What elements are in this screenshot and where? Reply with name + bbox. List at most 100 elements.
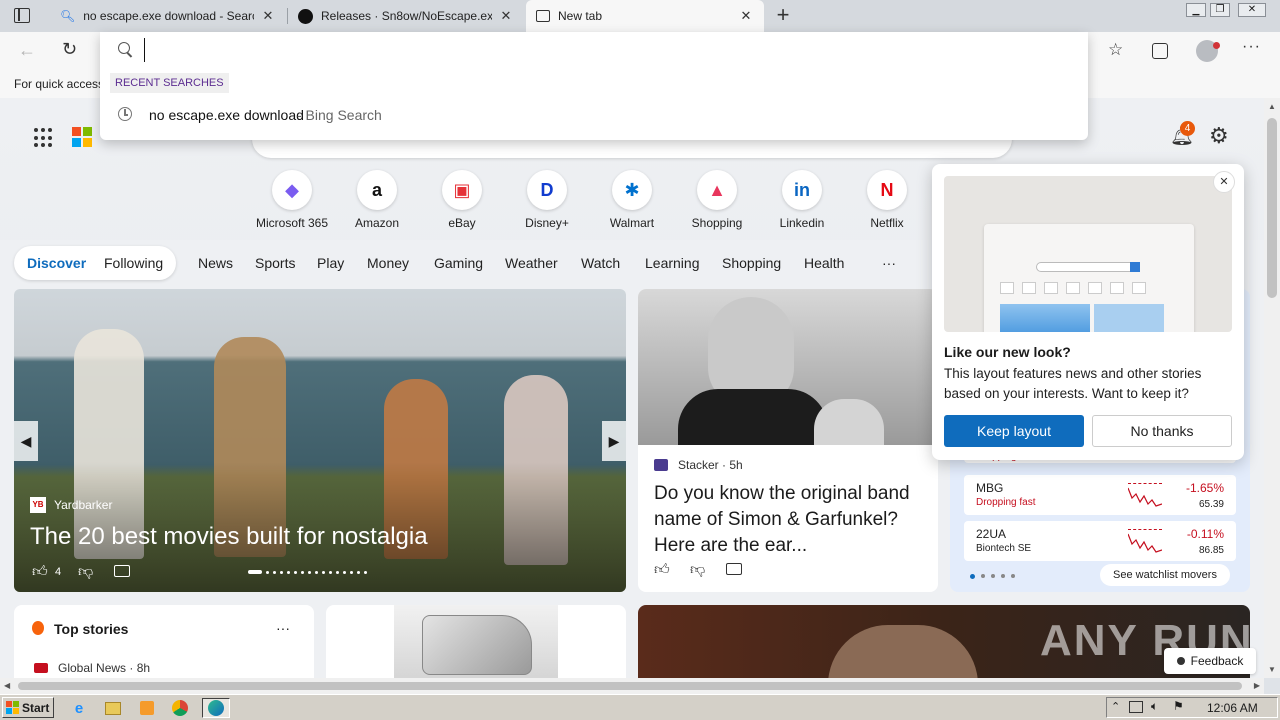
stock-row[interactable]: MBG Dropping fast -1.65% 65.39 bbox=[964, 475, 1236, 515]
popup-close-button[interactable]: ✕ bbox=[1213, 171, 1235, 193]
story-source[interactable]: Stacker bbox=[678, 458, 719, 472]
favorites-bar-text: For quick access bbox=[14, 77, 105, 91]
hero-source[interactable]: Yardbarker bbox=[54, 498, 112, 512]
feed-nav-watch[interactable]: Watch bbox=[581, 246, 620, 280]
story-time: · 5h bbox=[722, 458, 743, 472]
tab-title: Releases · Sn8ow/NoEscape.exe_ bbox=[321, 9, 492, 23]
tab-following[interactable]: Following bbox=[104, 246, 163, 280]
vertical-scroll-thumb[interactable] bbox=[1267, 118, 1277, 298]
quick-link-logo-icon: in bbox=[782, 170, 822, 210]
settings-more-icon[interactable]: ··· bbox=[1242, 38, 1261, 56]
comment-icon[interactable] bbox=[726, 563, 742, 575]
edge-icon[interactable] bbox=[202, 698, 230, 718]
feed-nav-health[interactable]: Health bbox=[804, 246, 844, 280]
feed-nav-sports[interactable]: Sports bbox=[255, 246, 295, 280]
story-title[interactable]: Do you know the original band name of Si… bbox=[654, 481, 928, 559]
quick-link-linkedin[interactable]: in Linkedin bbox=[762, 170, 842, 230]
feedback-button[interactable]: Feedback bbox=[1164, 648, 1256, 674]
quick-link-label: Linkedin bbox=[779, 216, 825, 230]
vertical-scrollbar[interactable]: ▲ ▼ bbox=[1264, 98, 1280, 678]
chrome-icon[interactable] bbox=[169, 698, 191, 718]
watchlist-pager[interactable] bbox=[970, 574, 1015, 579]
tray-network-icon[interactable] bbox=[1129, 701, 1143, 713]
feed-nav-money[interactable]: Money bbox=[367, 246, 409, 280]
stacker-logo-icon bbox=[654, 459, 668, 471]
hero-card[interactable]: ◀ ▶ YB Yardbarker The 20 best movies bui… bbox=[14, 289, 626, 592]
quick-link-label: Disney+ bbox=[525, 216, 569, 230]
quick-link-netflix[interactable]: N Netflix bbox=[847, 170, 927, 230]
stock-row[interactable]: 22UA Biontech SE -0.11% 86.85 bbox=[964, 521, 1236, 561]
quick-link-amazon[interactable]: a Amazon bbox=[337, 170, 417, 230]
quick-link-logo-icon: ▣ bbox=[442, 170, 482, 210]
dislike-icon[interactable]: 👎︎ bbox=[78, 563, 93, 581]
feed-nav-shopping[interactable]: Shopping bbox=[722, 246, 781, 280]
top-story-source[interactable]: Global News · 8h bbox=[58, 661, 150, 675]
minimize-button[interactable]: ▁ bbox=[1186, 3, 1206, 17]
feed-nav-learning[interactable]: Learning bbox=[645, 246, 700, 280]
feed-nav-weather[interactable]: Weather bbox=[505, 246, 558, 280]
like-icon[interactable]: 👍︎ bbox=[32, 563, 48, 581]
carousel-prev-button[interactable]: ◀ bbox=[14, 421, 38, 461]
media-player-icon[interactable] bbox=[136, 698, 158, 718]
stock-label: Biontech SE bbox=[976, 543, 1032, 554]
tray-flag-icon[interactable]: ⚑ bbox=[1173, 699, 1184, 713]
feed-nav-play[interactable]: Play bbox=[317, 246, 344, 280]
hero-title[interactable]: The 20 best movies built for nostalgia bbox=[30, 523, 428, 551]
like-icon[interactable]: 👍︎ bbox=[654, 561, 670, 579]
keep-layout-button[interactable]: Keep layout bbox=[944, 415, 1084, 447]
quick-link-microsoft-365[interactable]: ◆ Microsoft 365 bbox=[252, 170, 332, 230]
suggestion-query: no escape.exe download bbox=[149, 107, 304, 123]
top-stories-title: Top stories bbox=[54, 621, 129, 637]
favorites-star-icon[interactable]: ☆ bbox=[1108, 40, 1123, 60]
more-categories-icon[interactable]: ··· bbox=[882, 246, 896, 280]
quick-link-disney[interactable]: D Disney+ bbox=[507, 170, 587, 230]
horizontal-scrollbar[interactable]: ◀ ▶ bbox=[0, 678, 1264, 694]
tab-search[interactable]: 🔍︎ no escape.exe download - Search ✕ bbox=[50, 0, 286, 32]
collections-icon[interactable] bbox=[1152, 43, 1168, 59]
tab-releases[interactable]: Releases · Sn8ow/NoEscape.exe_ ✕ bbox=[288, 0, 524, 32]
feed-nav-news[interactable]: News bbox=[198, 246, 233, 280]
quick-link-ebay[interactable]: ▣ eBay bbox=[422, 170, 502, 230]
restore-button[interactable]: ❐ bbox=[1210, 3, 1230, 17]
tray-volume-icon[interactable]: 🔈︎ bbox=[1151, 699, 1158, 714]
tray-expand-icon[interactable]: ⌃ bbox=[1111, 700, 1120, 713]
page-settings-gear-icon[interactable]: ⚙ bbox=[1209, 123, 1229, 149]
product-card[interactable] bbox=[326, 605, 626, 678]
app-launcher-icon[interactable] bbox=[34, 128, 54, 148]
tab-new-tab[interactable]: New tab ✕ bbox=[526, 0, 764, 32]
address-bar-input[interactable] bbox=[144, 38, 1064, 62]
story-card[interactable]: Stacker · 5h Do you know the original ba… bbox=[638, 289, 938, 592]
horizontal-scroll-thumb[interactable] bbox=[18, 682, 1242, 690]
quick-link-walmart[interactable]: ✱ Walmart bbox=[592, 170, 672, 230]
start-button[interactable]: Start bbox=[2, 697, 54, 718]
ie-icon[interactable]: e bbox=[68, 698, 90, 718]
tab-actions-icon[interactable] bbox=[14, 8, 30, 23]
new-tab-button[interactable]: + bbox=[772, 2, 794, 30]
close-tab-icon[interactable]: ✕ bbox=[498, 8, 514, 24]
product-image bbox=[394, 605, 558, 678]
explorer-icon[interactable] bbox=[102, 698, 124, 718]
close-window-button[interactable]: ✕ bbox=[1238, 3, 1266, 17]
quick-link-label: Netflix bbox=[870, 216, 904, 230]
back-icon[interactable]: ← bbox=[18, 40, 38, 60]
address-bar-dropdown: RECENT SEARCHES no escape.exe download -… bbox=[100, 32, 1088, 140]
carousel-next-button[interactable]: ▶ bbox=[602, 421, 626, 461]
top-stories-more-button[interactable]: ··· bbox=[276, 620, 290, 636]
quick-link-shopping[interactable]: ▲ Shopping bbox=[677, 170, 757, 230]
comment-icon[interactable] bbox=[114, 565, 130, 577]
no-thanks-button[interactable]: No thanks bbox=[1092, 415, 1232, 447]
quick-link-label: Amazon bbox=[354, 216, 400, 230]
dislike-icon[interactable]: 👎︎ bbox=[690, 561, 705, 579]
github-favicon-icon bbox=[298, 8, 313, 24]
suggestion-row[interactable]: no escape.exe download - Bing Search bbox=[100, 102, 1088, 128]
carousel-dots[interactable] bbox=[248, 570, 367, 574]
tab-discover[interactable]: Discover bbox=[27, 246, 86, 280]
refresh-icon[interactable]: ↻ bbox=[62, 39, 82, 59]
new-tab-favicon-icon bbox=[536, 10, 550, 22]
tab-title: no escape.exe download - Search bbox=[83, 9, 254, 23]
feed-nav-gaming[interactable]: Gaming bbox=[434, 246, 483, 280]
close-tab-icon[interactable]: ✕ bbox=[738, 8, 754, 24]
close-tab-icon[interactable]: ✕ bbox=[260, 8, 276, 24]
see-watchlist-movers-button[interactable]: See watchlist movers bbox=[1100, 564, 1230, 586]
profile-avatar[interactable] bbox=[1196, 40, 1220, 62]
